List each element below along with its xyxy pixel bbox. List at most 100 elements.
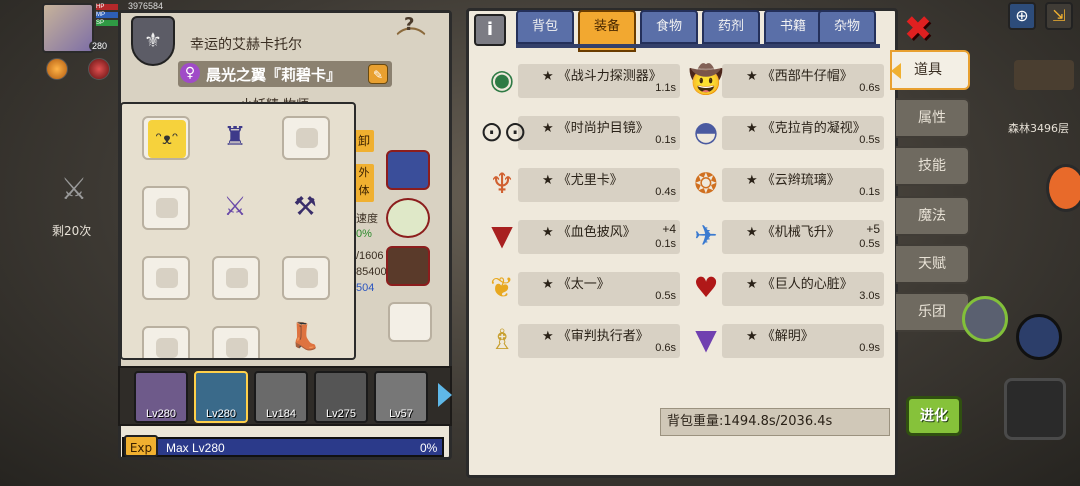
inventory-item[interactable]: ⊙⊙ ★ 《时尚护目镜》 0.1s: [480, 110, 680, 150]
equip-slot-empty-7[interactable]: [212, 326, 260, 358]
machine-icon[interactable]: [962, 296, 1008, 342]
guild-emblem-icon[interactable]: ⚜: [131, 16, 175, 66]
map-floor-label: 森林3496层: [1008, 122, 1069, 135]
empty-slot-icon: [226, 338, 248, 358]
item-weight: 0.5s: [655, 290, 676, 302]
equip-slot-empty-4[interactable]: [212, 256, 260, 300]
equip-slot-offhand[interactable]: ⚒: [282, 186, 330, 230]
gear-hex-icon[interactable]: [1016, 314, 1062, 360]
mp-bar: MP: [96, 12, 118, 18]
side-tab-skills[interactable]: 技能: [896, 146, 970, 186]
party-member-5[interactable]: Lv57: [374, 371, 428, 423]
character-title: 幸运的艾赫卡托尔: [190, 37, 302, 53]
accessory-slot-chest[interactable]: [386, 150, 430, 190]
evolve-button[interactable]: 进化: [906, 396, 962, 436]
player-avatar[interactable]: [42, 3, 94, 53]
tab-misc[interactable]: 杂物: [818, 10, 876, 44]
tab-books[interactable]: 书籍: [764, 10, 822, 44]
accessory-slot-hat[interactable]: [386, 246, 430, 286]
accessory-slot-ring[interactable]: [386, 198, 430, 238]
equip-slot-boots[interactable]: 👢: [282, 316, 330, 358]
equip-slot-armor[interactable]: ♜: [212, 116, 260, 160]
inventory-item[interactable]: ✈ ★ 《机械飞升》 +5 0.5s: [684, 214, 884, 254]
stat-speed-label: 速度: [356, 213, 378, 225]
equip-slot-empty-3[interactable]: [142, 256, 190, 300]
inventory-item[interactable]: ❦ ★ 《太一》 0.5s: [480, 266, 680, 306]
item-weight: 0.1s: [655, 238, 676, 250]
item-name: ★ 《太一》: [542, 273, 610, 292]
buff-icon-fire[interactable]: [46, 58, 68, 80]
giant-heart-icon: ♥: [693, 271, 719, 304]
inventory-item[interactable]: 🤠 ★ 《西部牛仔帽》 0.6s: [684, 58, 884, 98]
inventory-item[interactable]: ♗ ★ 《审判执行者》 0.6s: [480, 318, 680, 358]
accessory-slot-empty[interactable]: [388, 302, 432, 342]
inventory-item[interactable]: ◉ ★ 《战斗力探测器》 1.1s: [480, 58, 680, 98]
item-weight: 0.6s: [859, 82, 880, 94]
tab-bag[interactable]: 背包: [516, 10, 574, 44]
yellow-cube-pet-icon: ᵔᴥᵔ: [148, 120, 186, 158]
inventory-item[interactable]: ▼ ★ 《解明》 0.9s: [684, 318, 884, 358]
cowboy-hat-icon: 🤠: [688, 63, 724, 96]
appearance-button[interactable]: 外体: [354, 164, 374, 202]
item-name-text: 《解明》: [761, 329, 814, 344]
minimap-icon[interactable]: [1014, 60, 1074, 90]
party-member-4[interactable]: Lv275: [314, 371, 368, 423]
equipment-grid: ᵔᴥᵔ ♜ ⚔ ⚒ 👢: [120, 102, 356, 360]
equip-slot-empty-1[interactable]: [282, 116, 330, 160]
inventory-item[interactable]: ♥ ★ 《巨人的心脏》 3.0s: [684, 266, 884, 306]
tab-potion[interactable]: 药剂: [702, 10, 760, 44]
sp-bar: SP: [96, 20, 118, 26]
party-member-1[interactable]: Lv280: [134, 371, 188, 423]
fire-skill-icon[interactable]: [1046, 164, 1080, 212]
inventory-item[interactable]: ◓ ★ 《克拉肯的凝视》 0.5s: [684, 110, 884, 150]
side-tab-band[interactable]: 乐团: [896, 292, 970, 332]
goggles-icon: ⊙⊙: [480, 115, 527, 148]
equip-slot-empty-2[interactable]: [142, 186, 190, 230]
wardrobe-hanger-icon[interactable]: ⌒?: [384, 14, 438, 61]
item-star: ★: [746, 329, 758, 344]
item-weight: 0.1s: [655, 134, 676, 146]
equip-slot-empty-5[interactable]: [282, 256, 330, 300]
party-member-2[interactable]: Lv280: [194, 371, 248, 423]
party-member-3[interactable]: Lv184: [254, 371, 308, 423]
item-name-text: 《审判执行者》: [557, 329, 649, 344]
item-name: ★ 《巨人的心脏》: [746, 273, 853, 292]
item-star: ★: [542, 277, 554, 292]
side-tab-items[interactable]: 道具: [890, 50, 970, 90]
crossed-swords-icon[interactable]: ⚔: [56, 172, 92, 208]
info-icon[interactable]: i: [474, 14, 506, 46]
party-bar: Lv280 Lv280 Lv184 Lv275 Lv57: [118, 366, 452, 426]
tab-food[interactable]: 食物: [640, 10, 698, 44]
buff-icon-spider[interactable]: [88, 58, 110, 80]
item-name: ★ 《克拉肯的凝视》: [746, 117, 866, 136]
party-member-level: Lv280: [146, 408, 176, 420]
mech-wing-icon: ✈: [694, 219, 718, 252]
close-icon[interactable]: ✖: [902, 12, 934, 46]
globe-icon[interactable]: ⊕: [1008, 2, 1036, 30]
unequip-button[interactable]: 卸: [354, 130, 374, 152]
inventory-item[interactable]: ♆ ★ 《尤里卡》 0.4s: [480, 162, 680, 202]
item-weight: 3.0s: [859, 290, 880, 302]
item-name: ★ 《西部牛仔帽》: [746, 65, 853, 84]
equip-slot-head[interactable]: ᵔᴥᵔ: [142, 116, 190, 160]
item-star: ★: [746, 225, 758, 240]
item-name-text: 《时尚护目镜》: [557, 121, 649, 136]
item-name-text: 《尤里卡》: [557, 173, 623, 188]
inventory-item[interactable]: ▼ ★ 《血色披风》 +4 0.1s: [480, 214, 680, 254]
edit-name-icon[interactable]: ✎: [368, 64, 388, 84]
equip-slot-empty-6[interactable]: [142, 326, 190, 358]
bow-weapon-icon[interactable]: [1004, 378, 1066, 440]
dark-axe-icon: ⚒: [293, 192, 317, 222]
exit-icon[interactable]: ⇲: [1045, 2, 1073, 30]
inventory-item[interactable]: ❂ ★ 《云辫琉璃》 0.1s: [684, 162, 884, 202]
help-question-icon[interactable]: ?: [404, 14, 414, 35]
side-tab-talent[interactable]: 天赋: [896, 244, 970, 284]
item-name-text: 《机械飞升》: [761, 225, 840, 240]
equip-slot-weapon[interactable]: ⚔: [212, 186, 260, 230]
side-tab-magic[interactable]: 魔法: [896, 196, 970, 236]
female-gender-icon: ♀: [180, 63, 200, 83]
party-next-arrow-icon[interactable]: [438, 383, 452, 407]
exp-level-label: Max Lv280: [166, 441, 225, 455]
side-tab-attributes[interactable]: 属性: [896, 98, 970, 138]
item-name-text: 《战斗力探测器》: [557, 69, 662, 84]
